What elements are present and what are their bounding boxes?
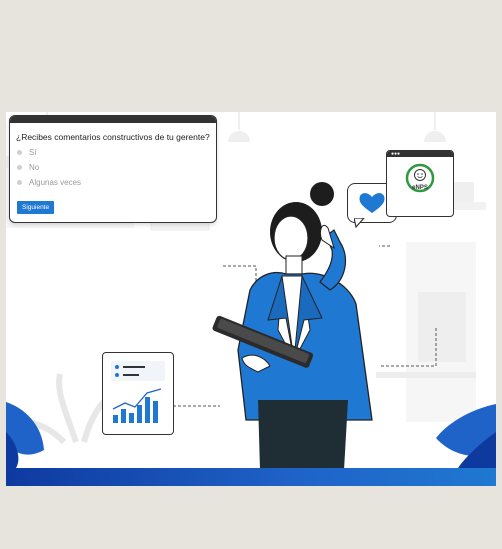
option-label: No xyxy=(29,163,40,172)
window-dots-icon: ●●● xyxy=(391,151,401,157)
enps-topbar: ●●● xyxy=(387,151,453,157)
enps-card: ●●● eNPS xyxy=(386,150,454,217)
radio-button[interactable] xyxy=(17,180,22,185)
next-button[interactable]: Siguiente xyxy=(17,201,55,214)
bar-chart-icon xyxy=(111,361,165,423)
bottom-stripe xyxy=(6,468,496,486)
option-label: Algunas veces xyxy=(29,178,82,187)
bottom-band xyxy=(6,486,496,546)
survey-option-si[interactable]: Sí xyxy=(17,148,216,157)
survey-question: ¿Recibes comentarios constructivos de tu… xyxy=(16,132,210,142)
radio-button[interactable] xyxy=(17,165,22,170)
survey-option-no[interactable]: No xyxy=(17,163,216,172)
option-label: Sí xyxy=(29,148,37,157)
top-band xyxy=(6,10,496,112)
survey-card: ¿Recibes comentarios constructivos de tu… xyxy=(9,115,217,223)
radio-button[interactable] xyxy=(17,150,22,155)
survey-option-algunas-veces[interactable]: Algunas veces xyxy=(17,178,216,187)
bubble-tail xyxy=(354,218,365,228)
stats-card xyxy=(102,352,174,435)
enps-label: eNPS xyxy=(412,185,428,191)
survey-topbar xyxy=(10,116,216,123)
